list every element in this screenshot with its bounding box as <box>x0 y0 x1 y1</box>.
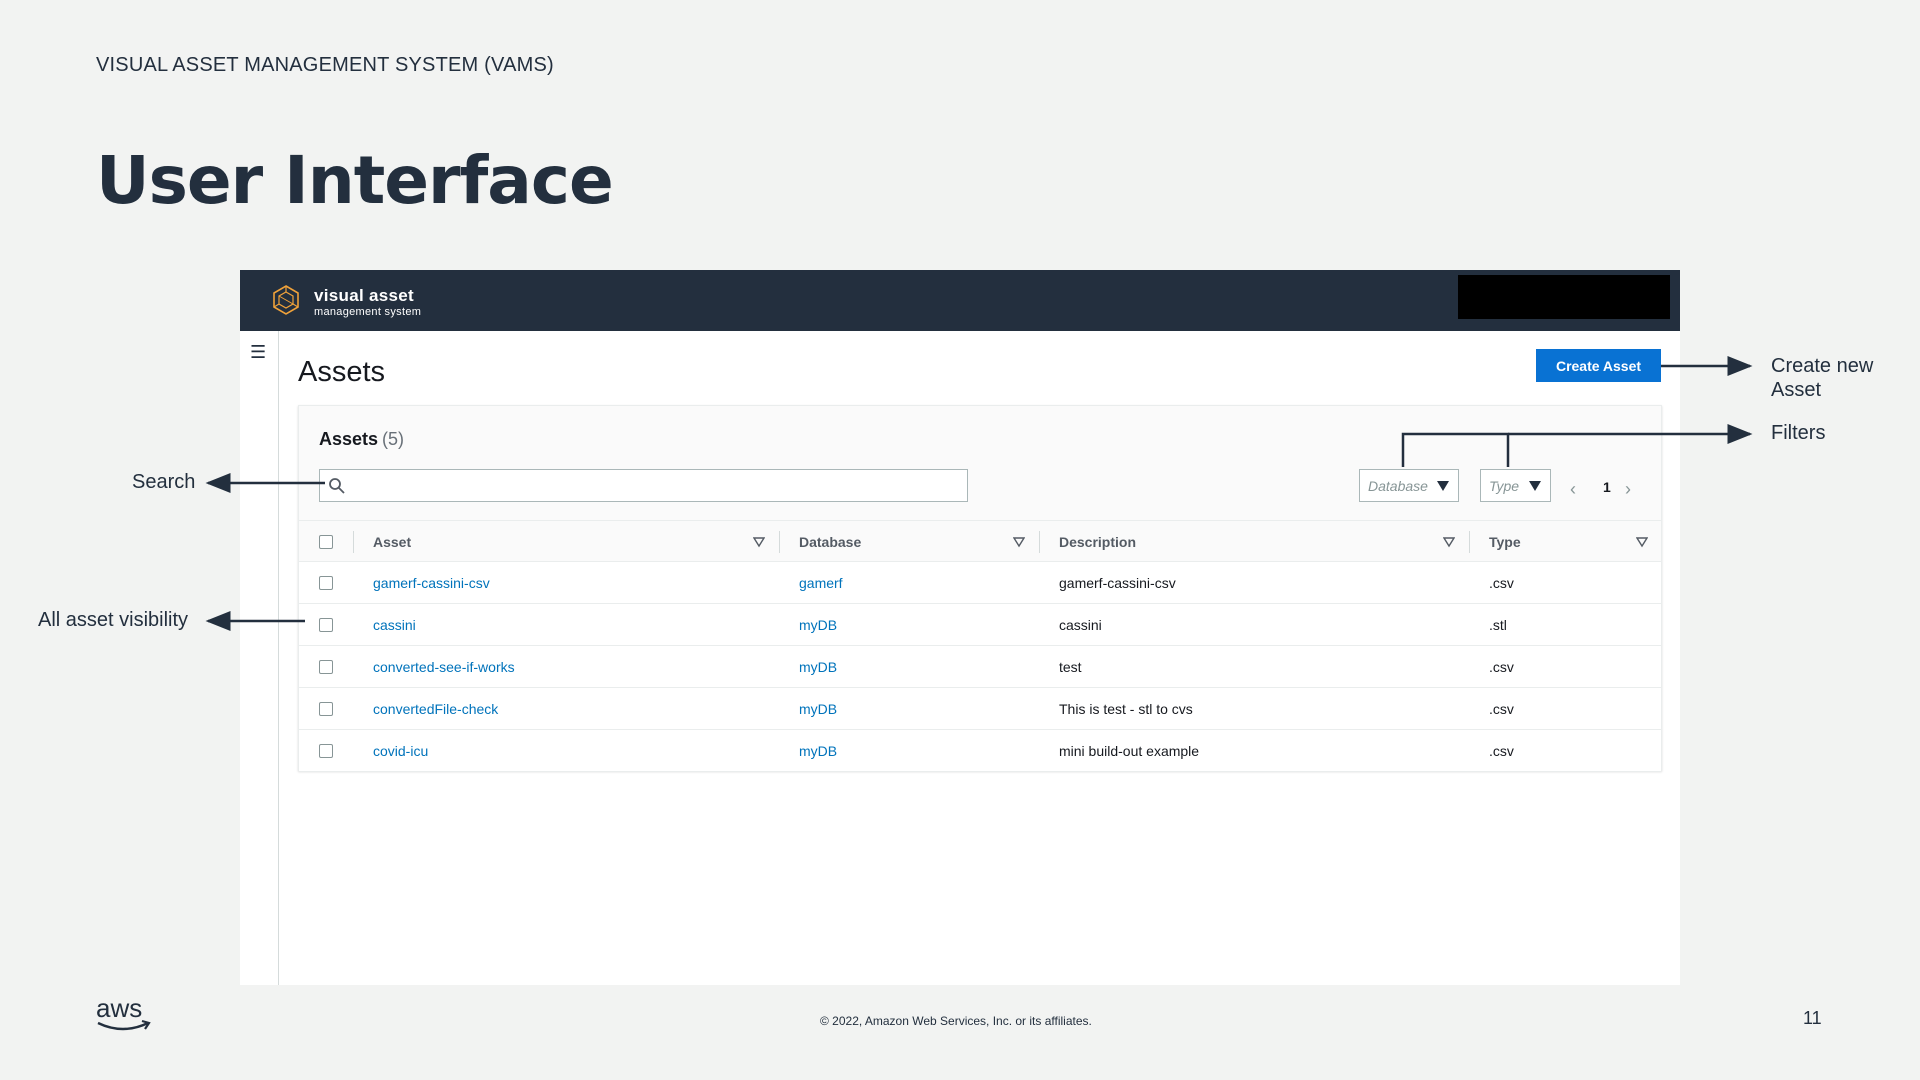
sort-icon[interactable] <box>753 536 765 548</box>
caret-down-icon <box>1437 481 1449 491</box>
page-title: Assets <box>298 356 386 388</box>
footer-copyright: © 2022, Amazon Web Services, Inc. or its… <box>820 1014 1092 1028</box>
current-page[interactable]: 1 <box>1603 479 1611 495</box>
table-row[interactable]: cassini myDB cassini .stl <box>299 604 1661 646</box>
header-user-redacted[interactable] <box>1458 275 1670 319</box>
column-header-asset[interactable]: Asset <box>373 521 411 563</box>
asset-type: .stl <box>1489 617 1507 633</box>
search-icon <box>329 478 345 494</box>
database-link[interactable]: myDB <box>799 604 837 646</box>
column-header-description[interactable]: Description <box>1059 521 1136 563</box>
asset-link[interactable]: gamerf-cassini-csv <box>373 562 490 604</box>
table-row[interactable]: covid-icu myDB mini build-out example .c… <box>299 730 1661 772</box>
page-number: 11 <box>1803 1008 1822 1028</box>
select-all-checkbox[interactable] <box>319 535 333 549</box>
asset-type: .csv <box>1489 659 1514 675</box>
table-row[interactable]: converted-see-if-works myDB test .csv <box>299 646 1661 688</box>
row-checkbox[interactable] <box>319 660 333 674</box>
sort-icon[interactable] <box>1636 536 1648 548</box>
asset-link[interactable]: cassini <box>373 604 416 646</box>
table-row[interactable]: gamerf-cassini-csv gamerf gamerf-cassini… <box>299 562 1661 604</box>
asset-type: .csv <box>1489 701 1514 717</box>
caret-down-icon <box>1529 481 1541 491</box>
table-row[interactable]: convertedFile-check myDB This is test - … <box>299 688 1661 730</box>
sort-icon[interactable] <box>1443 536 1455 548</box>
asset-count: (5) <box>382 429 405 449</box>
column-divider <box>1039 531 1040 553</box>
row-checkbox[interactable] <box>319 618 333 632</box>
slide-title: User Interface <box>96 142 614 219</box>
type-filter-label: Type <box>1489 478 1520 494</box>
annotation-search: Search <box>132 471 196 493</box>
asset-link[interactable]: covid-icu <box>373 730 428 772</box>
asset-description: test <box>1059 659 1082 675</box>
logo-subtitle: management system <box>314 306 422 318</box>
asset-description: cassini <box>1059 617 1102 633</box>
logo-icon <box>273 285 299 315</box>
row-checkbox[interactable] <box>319 702 333 716</box>
asset-link[interactable]: converted-see-if-works <box>373 646 515 688</box>
row-checkbox[interactable] <box>319 744 333 758</box>
search-box[interactable] <box>319 469 968 502</box>
app-window: visual asset management system ☰ Assets … <box>240 270 1680 985</box>
database-link[interactable]: myDB <box>799 688 837 730</box>
aws-logo-text: aws <box>96 995 142 1023</box>
chevron-right-icon[interactable]: › <box>1625 479 1631 500</box>
assets-panel: Assets (5) Database Type ‹ 1 › Asset Dat… <box>298 405 1662 772</box>
panel-title: Assets (5) <box>319 429 404 450</box>
menu-icon[interactable]: ☰ <box>250 343 266 361</box>
column-divider <box>353 531 354 553</box>
slide-subtitle: VISUAL ASSET MANAGEMENT SYSTEM (VAMS) <box>96 54 554 76</box>
annotation-create-line2: Asset <box>1771 379 1822 401</box>
annotation-create: Create new Asset <box>1771 354 1873 402</box>
panel-title-text: Assets <box>319 429 379 449</box>
logo-title: visual asset <box>314 286 414 305</box>
database-link[interactable]: myDB <box>799 730 837 772</box>
asset-link[interactable]: convertedFile-check <box>373 688 498 730</box>
database-link[interactable]: gamerf <box>799 562 843 604</box>
column-header-database[interactable]: Database <box>799 521 861 563</box>
table-header: Asset Database Description Type <box>299 520 1661 562</box>
column-divider <box>779 531 780 553</box>
create-asset-button[interactable]: Create Asset <box>1536 349 1661 382</box>
database-filter-label: Database <box>1368 478 1428 494</box>
assets-table: Asset Database Description Type gamerf-c… <box>299 520 1661 772</box>
annotation-create-line1: Create new <box>1771 355 1874 377</box>
column-header-type[interactable]: Type <box>1489 521 1521 563</box>
sort-icon[interactable] <box>1013 536 1025 548</box>
row-checkbox[interactable] <box>319 576 333 590</box>
chevron-left-icon[interactable]: ‹ <box>1570 479 1576 500</box>
asset-description: gamerf-cassini-csv <box>1059 575 1176 591</box>
column-divider <box>1469 531 1470 553</box>
type-filter[interactable]: Type <box>1480 469 1551 502</box>
asset-description: mini build-out example <box>1059 743 1200 759</box>
sidebar: ☰ <box>240 331 279 985</box>
aws-logo-icon: aws <box>96 995 151 1031</box>
asset-type: .csv <box>1489 575 1514 591</box>
asset-description: This is test - stl to cvs <box>1059 701 1193 717</box>
search-input[interactable] <box>350 472 960 499</box>
database-link[interactable]: myDB <box>799 646 837 688</box>
app-header: visual asset management system <box>240 270 1680 331</box>
annotation-visibility: All asset visibility <box>38 609 189 631</box>
database-filter[interactable]: Database <box>1359 469 1459 502</box>
annotation-filters: Filters <box>1771 422 1826 444</box>
asset-type: .csv <box>1489 743 1514 759</box>
